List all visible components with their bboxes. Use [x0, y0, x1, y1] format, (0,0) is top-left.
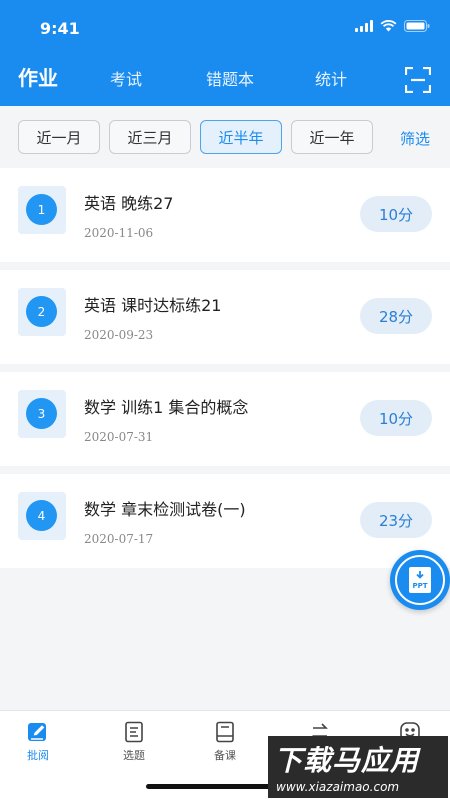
- watermark-url: www.xiazaimao.com: [276, 780, 400, 794]
- list-item[interactable]: 4 数学 章末检测试卷(一) 2020-07-17 23分: [0, 474, 450, 568]
- index-badge: 3: [18, 390, 66, 438]
- filter-chip-1-year[interactable]: 近一年: [291, 120, 373, 154]
- score-badge[interactable]: 10分: [360, 400, 432, 436]
- assignment-date: 2020-07-31: [84, 430, 154, 444]
- assignment-date: 2020-07-17: [84, 532, 154, 546]
- list-item[interactable]: 2 英语 课时达标练21 2020-09-23 28分: [0, 270, 450, 364]
- score-badge[interactable]: 28分: [360, 298, 432, 334]
- status-icons: [355, 20, 430, 32]
- list-item[interactable]: 3 数学 训练1 集合的概念 2020-07-31 10分: [0, 372, 450, 466]
- assignment-title: 数学 章末检测试卷(一): [84, 500, 246, 519]
- filter-chip-1-month[interactable]: 近一月: [18, 120, 100, 154]
- index-badge: 1: [18, 186, 66, 234]
- assignment-date: 2020-09-23: [84, 328, 154, 342]
- top-nav: 作业 考试 错题本 统计: [0, 58, 450, 100]
- filter-chip-3-months[interactable]: 近三月: [109, 120, 191, 154]
- wifi-icon: [380, 20, 397, 32]
- document-icon: [123, 721, 145, 743]
- assignment-title: 英语 课时达标练21: [84, 296, 222, 315]
- signal-icon: [355, 20, 373, 32]
- ppt-icon: PPT: [395, 555, 445, 605]
- filter-chip-half-year[interactable]: 近半年: [200, 120, 282, 154]
- score-badge[interactable]: 10分: [360, 196, 432, 232]
- site-watermark: 下载马应用 www.xiazaimao.com: [268, 736, 448, 798]
- status-time: 9:41: [40, 19, 80, 38]
- tab-mistakes[interactable]: 错题本: [206, 66, 254, 90]
- assignment-title: 英语 晚练27: [84, 194, 174, 213]
- index-number: 1: [26, 194, 57, 225]
- score-badge[interactable]: 23分: [360, 502, 432, 538]
- index-number: 2: [26, 296, 57, 327]
- tabbar-item-select-questions[interactable]: 选题: [104, 721, 164, 763]
- list-item[interactable]: 1 英语 晚练27 2020-11-06 10分: [0, 168, 450, 262]
- tab-statistics[interactable]: 统计: [315, 66, 347, 90]
- watermark-text: 下载马应用: [274, 744, 420, 777]
- index-badge: 4: [18, 492, 66, 540]
- filter-button[interactable]: 筛选: [400, 128, 430, 149]
- tab-homework[interactable]: 作业: [18, 62, 58, 91]
- tabbar-label: 备课: [214, 749, 236, 762]
- edit-icon: [27, 721, 49, 743]
- scan-icon[interactable]: [404, 66, 432, 94]
- ppt-label: PPT: [412, 582, 427, 590]
- book-icon: [214, 721, 236, 743]
- time-filter-bar: 近一月 近三月 近半年 近一年 筛选: [0, 106, 450, 168]
- tab-exam[interactable]: 考试: [110, 66, 142, 90]
- tabbar-item-lesson-prep[interactable]: 备课: [195, 721, 255, 763]
- battery-icon: [404, 20, 430, 32]
- tabbar-item-review[interactable]: 批阅: [8, 721, 68, 763]
- index-badge: 2: [18, 288, 66, 336]
- ppt-floating-button[interactable]: PPT: [390, 550, 450, 610]
- index-number: 3: [26, 398, 57, 429]
- index-number: 4: [26, 500, 57, 531]
- tabbar-label: 选题: [123, 749, 145, 762]
- assignment-date: 2020-11-06: [84, 226, 154, 240]
- assignment-title: 数学 训练1 集合的概念: [84, 398, 249, 417]
- app-header: 9:41 作业 考试 错题本 统计: [0, 0, 450, 106]
- tabbar-label: 批阅: [27, 749, 49, 762]
